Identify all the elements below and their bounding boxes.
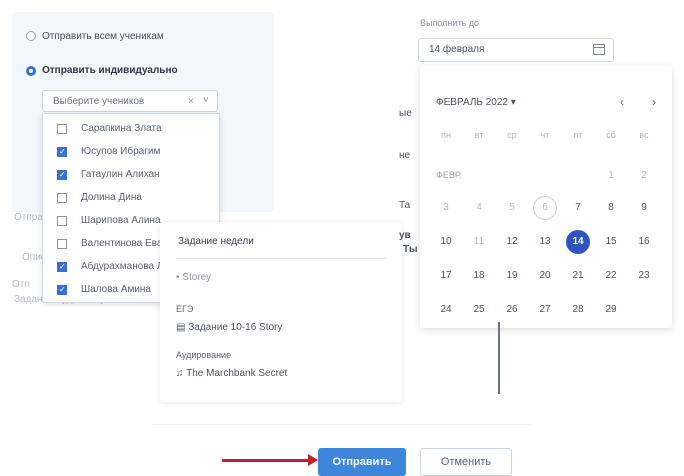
calendar-day-selected[interactable]: 14 (566, 230, 590, 254)
calendar-day[interactable]: 23 (632, 264, 656, 288)
radio-send-all-label[interactable]: Отправить всем ученикам (42, 31, 164, 42)
calendar-day[interactable]: 16 (632, 230, 656, 254)
music-note-icon: ♫ (176, 368, 187, 379)
student-option[interactable]: Долина Дина (43, 187, 219, 209)
date-picker-calendar: ФЕВРАЛЬ 2022 ▾ ‹ › пн вт ср чт пт сб вс … (420, 66, 672, 328)
calendar-day[interactable]: 27 (533, 298, 557, 322)
students-select[interactable]: Выберите учеников × ˅ (42, 90, 218, 112)
next-month-button[interactable]: › (652, 95, 656, 109)
side-text-1: ые (399, 108, 412, 119)
side-text-3: Та (399, 200, 411, 211)
calendar-day[interactable]: 18 (467, 264, 491, 288)
section-audio-heading: Аудирование (176, 350, 232, 360)
calendar-day[interactable]: 4 (467, 196, 491, 220)
calendar-day[interactable]: 19 (500, 264, 524, 288)
cancel-button[interactable]: Отменить (420, 448, 512, 476)
popover-title: Задание недели (178, 236, 254, 247)
calendar-day[interactable]: 12 (500, 230, 524, 254)
weekday-label: вт (474, 130, 484, 140)
student-name: Гатаулин Алихан (81, 169, 160, 180)
calendar-day[interactable]: 9 (632, 196, 656, 220)
checkbox[interactable] (57, 193, 67, 203)
side-text-2: не (399, 150, 411, 161)
calendar-day[interactable]: 25 (467, 298, 491, 322)
popover-author: • Storey (176, 272, 212, 283)
weekday-label: пн (441, 130, 451, 140)
student-option[interactable]: Юсупов Ибрагим (43, 141, 219, 163)
calendar-day[interactable]: 13 (533, 230, 557, 254)
student-option[interactable]: Сарапкина Злата (43, 118, 219, 140)
weekday-label: сб (606, 130, 616, 140)
calendar-month-title: ФЕВРАЛЬ 2022 (436, 97, 508, 108)
weekday-label: чт (540, 130, 550, 140)
checkbox-checked[interactable] (57, 170, 67, 180)
send-button[interactable]: Отправить (318, 448, 406, 476)
calendar-month-selector[interactable]: ФЕВРАЛЬ 2022 ▾ (436, 97, 516, 108)
radio-send-individual[interactable] (26, 66, 36, 76)
clear-icon[interactable]: × (188, 96, 194, 107)
deadline-date-input[interactable]: 14 февраля (418, 38, 614, 62)
checkbox[interactable] (57, 216, 67, 226)
checkbox-checked[interactable] (57, 285, 67, 295)
background-label-3: Отп (12, 279, 30, 290)
student-name: Шарипова Алина (81, 215, 161, 226)
deadline-label: Выполнить до (420, 18, 479, 28)
weekday-label: ср (507, 130, 517, 140)
checkbox-checked[interactable] (57, 262, 67, 272)
calendar-day[interactable]: 8 (599, 196, 623, 220)
radio-send-all[interactable] (26, 31, 36, 41)
calendar-day[interactable]: 3 (434, 196, 458, 220)
student-name: Шалова Амина (81, 284, 151, 295)
calendar-day[interactable]: 28 (566, 298, 590, 322)
student-name: Сарапкина Злата (81, 123, 162, 134)
calendar-month-short: ФЕВР. (436, 170, 462, 180)
divider (176, 258, 386, 259)
calendar-day[interactable]: 11 (467, 230, 491, 254)
checkbox[interactable] (57, 124, 67, 134)
annotation-arrow-icon (308, 454, 318, 466)
checkbox[interactable] (57, 239, 67, 249)
document-icon: ▤ (176, 322, 189, 333)
checkbox-checked[interactable] (57, 147, 67, 157)
calendar-day-today[interactable]: 6 (533, 196, 557, 220)
radio-send-individual-label[interactable]: Отправить индивидуально (42, 65, 178, 76)
caret-down-icon: ▾ (510, 97, 516, 108)
student-option[interactable]: Гатаулин Алихан (43, 164, 219, 186)
annotation-arrow-shaft (222, 459, 314, 462)
footer-divider (152, 424, 532, 425)
calendar-icon[interactable] (593, 44, 605, 55)
calendar-day[interactable]: 17 (434, 264, 458, 288)
calendar-day[interactable]: 5 (500, 196, 524, 220)
deadline-date-value: 14 февраля (429, 44, 485, 55)
ege-item[interactable]: ▤ Задание 10-16 Story (176, 322, 282, 333)
calendar-day[interactable]: 24 (434, 298, 458, 322)
student-name: Валентинова Ева (81, 238, 163, 249)
student-name: Юсупов Ибрагим (81, 146, 161, 157)
side-text-5: Ты (403, 244, 418, 255)
section-ege-heading: ЕГЭ (176, 304, 194, 314)
calendar-day[interactable]: 21 (566, 264, 590, 288)
assignment-popover: Задание недели • Storey ЕГЭ ▤ Задание 10… (160, 222, 402, 402)
calendar-day[interactable]: 7 (566, 196, 590, 220)
annotation-line (498, 322, 500, 394)
student-name: Долина Дина (81, 192, 142, 203)
weekday-label: вс (639, 130, 649, 140)
calendar-day[interactable]: 2 (632, 164, 656, 188)
students-select-placeholder: Выберите учеников (53, 96, 145, 107)
audio-item[interactable]: ♫ The Marchbank Secret (176, 368, 287, 379)
calendar-day[interactable]: 29 (599, 298, 623, 322)
weekday-label: пт (573, 130, 583, 140)
calendar-day[interactable]: 26 (500, 298, 524, 322)
chevron-down-icon[interactable]: ˅ (203, 95, 209, 106)
calendar-day[interactable]: 20 (533, 264, 557, 288)
calendar-day[interactable]: 15 (599, 230, 623, 254)
audio-item-label: The Marchbank Secret (186, 368, 288, 379)
prev-month-button[interactable]: ‹ (620, 95, 624, 109)
ege-item-label: Задание 10-16 Story (188, 322, 283, 333)
calendar-day[interactable]: 22 (599, 264, 623, 288)
side-text-4: ув (399, 230, 411, 241)
calendar-day[interactable]: 10 (434, 230, 458, 254)
calendar-day[interactable]: 1 (599, 164, 623, 188)
